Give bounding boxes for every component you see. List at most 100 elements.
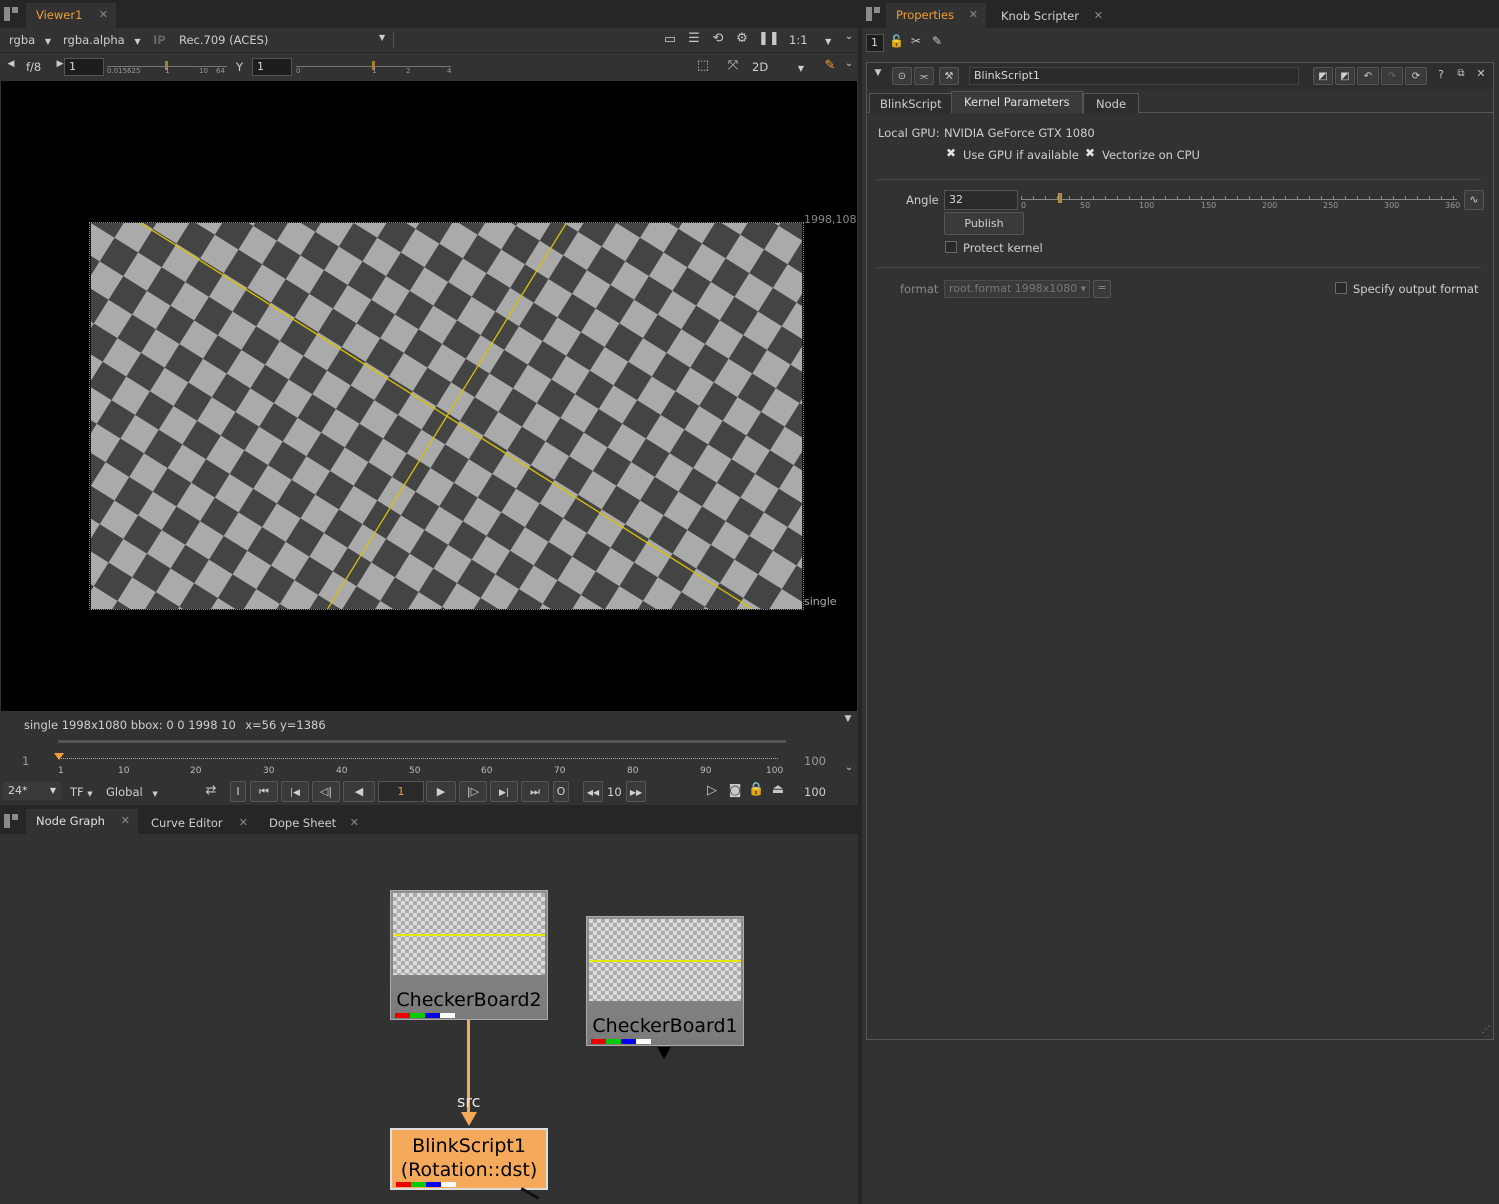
next-frame-button[interactable]: |▷ (459, 781, 487, 802)
node-checkerboard1[interactable]: CheckerBoard1 (586, 916, 744, 1046)
pause-icon[interactable]: ❚❚ (758, 31, 780, 46)
clear-panels-icon[interactable]: ✂ (909, 34, 923, 48)
node-name-field[interactable]: BlinkScript1 (969, 67, 1299, 85)
current-frame-field[interactable]: 1 (378, 781, 424, 802)
panel-menu-icon[interactable] (866, 7, 880, 21)
out-point-button[interactable]: O (553, 781, 569, 802)
slider-handle[interactable] (1058, 193, 1062, 203)
max-panels-field[interactable]: 1 (866, 34, 884, 52)
refresh-icon[interactable]: ⟲ (710, 31, 726, 46)
input-process-toggle[interactable]: IP (153, 33, 166, 47)
viewer-canvas[interactable]: 1998,108 single (1, 81, 857, 711)
tab-blinkscript[interactable]: BlinkScript (869, 93, 953, 113)
input-button[interactable]: ⫘ (914, 67, 934, 85)
scope-dropdown[interactable]: Global ▼ (106, 785, 158, 799)
last-frame-button[interactable]: ⏭ (521, 781, 549, 802)
node-checkerboard2[interactable]: CheckerBoard2 (390, 890, 548, 1020)
close-icon[interactable]: ✕ (1475, 67, 1487, 80)
next-keyframe-button[interactable]: ▶| (490, 781, 518, 802)
use-gpu-checkbox[interactable]: ✖ (945, 147, 957, 160)
panel-menu-icon[interactable] (4, 814, 18, 828)
color-button-2[interactable]: ◩ (1335, 67, 1355, 85)
close-icon[interactable]: ✕ (239, 811, 248, 835)
fstop-decrease-icon[interactable]: ◀ (6, 59, 16, 69)
overlay-icon[interactable]: ☰ (686, 31, 702, 46)
panel-menu-icon[interactable] (4, 7, 18, 21)
format-edit-button[interactable]: = (1093, 280, 1111, 298)
undo-button[interactable]: ↶ (1357, 67, 1379, 85)
playhead[interactable] (54, 753, 64, 760)
tab-properties[interactable]: Properties ✕ (886, 3, 986, 28)
edit-icon[interactable]: ✎ (930, 34, 944, 48)
prev-frame-button[interactable]: ◁| (312, 781, 340, 802)
center-node-button[interactable]: ⊙ (892, 67, 912, 85)
tab-curve-editor[interactable]: Curve Editor ✕ (141, 811, 256, 836)
view-mode-dropdown[interactable]: 2D ▼ (752, 60, 804, 74)
specify-format-checkbox[interactable] (1335, 282, 1347, 294)
loop-mode-icon[interactable]: ⇄ (202, 783, 220, 798)
collapse-chevron-icon[interactable]: ⌄ (842, 31, 856, 42)
tab-viewer1[interactable]: Viewer1 ✕ (26, 3, 116, 28)
bookmark-icon[interactable]: ⏏ (770, 782, 786, 797)
flipbook-icon[interactable]: ▷ (704, 783, 720, 798)
tab-dope-sheet[interactable]: Dope Sheet ✕ (259, 811, 367, 836)
close-icon[interactable]: ✕ (99, 3, 108, 27)
timeline-track[interactable]: 1 10 20 30 40 50 60 70 80 90 100 (54, 740, 786, 780)
play-forward-button[interactable]: ▶ (426, 781, 456, 802)
close-icon[interactable]: ✕ (969, 3, 978, 27)
status-expand-icon[interactable]: ▼ (842, 714, 854, 724)
format-dropdown[interactable]: root.format 1998x1080 ▼ (944, 280, 1090, 298)
skip-forward-button[interactable]: ▶▶ (626, 781, 646, 802)
vectorize-checkbox[interactable]: ✖ (1084, 147, 1096, 160)
zoom-dropdown[interactable]: 1:1 ▼ (789, 33, 831, 47)
prev-keyframe-button[interactable]: |◀ (281, 781, 309, 802)
close-icon[interactable]: ✕ (121, 809, 130, 833)
resize-grip-icon[interactable]: ⋰ (1481, 1025, 1491, 1035)
in-point-button[interactable]: I (230, 781, 246, 802)
capture-icon[interactable]: ◙ (727, 783, 743, 798)
tab-label: Knob Scripter (1001, 9, 1079, 23)
gain-slider[interactable]: 0.015625 1 10 64 (107, 58, 229, 76)
publish-button[interactable]: Publish (944, 212, 1024, 235)
fps-dropdown[interactable]: 24* ▼ (3, 782, 61, 800)
transform-handle-icon[interactable]: ⤧ (724, 58, 742, 73)
play-backward-button[interactable]: ◀ (343, 781, 375, 802)
tab-node-graph[interactable]: Node Graph ✕ (26, 809, 138, 834)
skip-back-button[interactable]: ◀◀ (583, 781, 603, 802)
node-settings-button[interactable]: ⚒ (939, 67, 959, 85)
wipe-icon[interactable]: ▭ (662, 32, 678, 47)
collapse-chevron-icon[interactable]: ⌄ (842, 762, 856, 773)
node-graph-canvas[interactable]: src CheckerBoard2 CheckerBoard1 BlinkScr… (0, 834, 858, 1204)
collapse-arrow-icon[interactable]: ▼ (873, 68, 883, 78)
color-button-1[interactable]: ◩ (1313, 67, 1333, 85)
gain-field[interactable]: 1 (64, 58, 104, 76)
gpu-icon[interactable]: ⚙ (734, 31, 750, 46)
float-icon[interactable]: ⧉ (1455, 68, 1467, 79)
tab-node[interactable]: Node (1083, 93, 1140, 113)
help-icon[interactable]: ? (1435, 68, 1447, 81)
angle-slider[interactable]: 0 50 100 150 200 250 300 360 (1021, 187, 1461, 211)
animation-menu-button[interactable]: ∿ (1464, 190, 1484, 210)
protect-kernel-checkbox[interactable] (945, 241, 957, 253)
revert-button[interactable]: ⟳ (1405, 67, 1427, 85)
node-blinkscript1[interactable]: BlinkScript1 (Rotation::dst) (390, 1128, 548, 1190)
angle-field[interactable]: 32 (944, 190, 1018, 210)
roi-icon[interactable]: ⬚ (694, 58, 712, 73)
channels-dropdown[interactable]: rgba ▼ (9, 33, 51, 47)
close-icon[interactable]: ✕ (1094, 4, 1103, 28)
gamma-field[interactable]: 1 (252, 58, 292, 76)
tab-kernel-parameters[interactable]: Kernel Parameters (951, 91, 1083, 113)
first-frame-button[interactable]: ⏮ (250, 781, 278, 802)
close-icon[interactable]: ✕ (350, 811, 359, 835)
lock-icon[interactable]: 🔓 (889, 34, 904, 48)
skip-frames-value[interactable]: 10 (607, 785, 622, 799)
color-picker-icon[interactable]: ✎ (822, 58, 838, 73)
redo-button[interactable]: ↷ (1381, 67, 1403, 85)
collapse-chevron-icon[interactable]: ⌄ (842, 58, 856, 69)
lock-icon[interactable]: 🔒 (748, 782, 764, 797)
alpha-channel-dropdown[interactable]: rgba.alpha ▼ (63, 33, 141, 47)
colorspace-dropdown[interactable]: Rec.709 (ACES) ▼ (179, 33, 389, 47)
tab-knob-scripter[interactable]: Knob Scripter ✕ (991, 4, 1111, 29)
tf-dropdown[interactable]: TF ▼ (70, 785, 93, 799)
gamma-slider[interactable]: 0 1 2 4 (296, 58, 454, 76)
